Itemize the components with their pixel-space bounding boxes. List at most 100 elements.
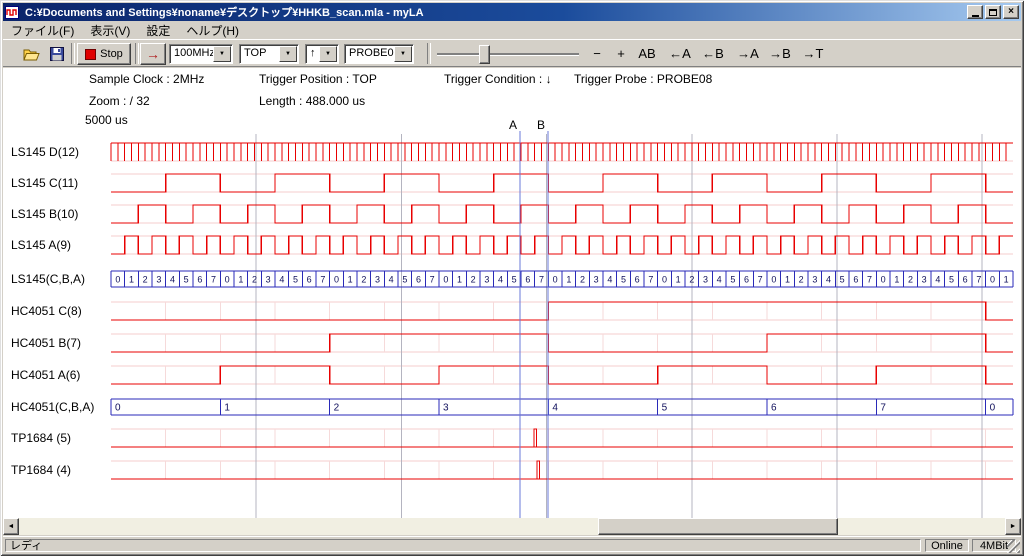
bus-value: 2 xyxy=(799,275,804,285)
trigger-position-select[interactable]: TOP ▼ xyxy=(239,44,299,64)
bus-value: 0 xyxy=(334,275,339,285)
bus-value: 2 xyxy=(471,275,476,285)
cursor-a-label: A xyxy=(509,118,517,132)
bus-value: 3 xyxy=(922,275,927,285)
channel-label-5: HC4051 C(8) xyxy=(11,303,109,319)
trigger-condition-text: Trigger Condition : ↓ xyxy=(444,72,552,86)
ab-button[interactable]: AB xyxy=(633,44,661,64)
floppy-icon xyxy=(50,47,64,61)
goto-b-left-button[interactable]: ←B xyxy=(698,44,728,64)
bus-value: 7 xyxy=(976,275,981,285)
bus-value: 3 xyxy=(375,275,380,285)
zoom-slider-thumb[interactable] xyxy=(479,45,490,64)
open-button[interactable] xyxy=(19,43,43,65)
menu-help[interactable]: ヘルプ(H) xyxy=(178,21,247,40)
chevron-down-icon[interactable]: ▼ xyxy=(279,46,297,62)
bus-value: 0 xyxy=(990,275,995,285)
bus-value: 2 xyxy=(252,275,257,285)
bus-value: 5 xyxy=(621,275,626,285)
toolbar-separator xyxy=(71,43,75,64)
channel-label-9: TP1684 (5) xyxy=(11,430,109,446)
menu-file[interactable]: ファイル(F) xyxy=(3,21,82,40)
goto-trigger-button[interactable]: →T xyxy=(799,44,827,64)
menu-view[interactable]: 表示(V) xyxy=(82,21,138,40)
bus-value: 6 xyxy=(635,275,640,285)
run-button[interactable]: → xyxy=(140,43,166,65)
trigger-edge-select[interactable]: ↑ ▼ xyxy=(305,44,339,64)
bus-value: 0 xyxy=(225,275,230,285)
bus-value: 6 xyxy=(197,275,202,285)
bus-value: 5 xyxy=(949,275,954,285)
bus-value: 7 xyxy=(648,275,653,285)
zoom-out-button[interactable]: − xyxy=(587,44,607,64)
waveform-5 xyxy=(111,302,1013,320)
bus-value: 6 xyxy=(525,275,530,285)
goto-a-left-button[interactable]: ←A xyxy=(665,44,695,64)
maximize-icon xyxy=(989,9,997,16)
stop-button[interactable]: Stop xyxy=(77,43,131,65)
maximize-button[interactable] xyxy=(985,5,1001,19)
bus-value: 3 xyxy=(484,275,489,285)
bus-value: 6 xyxy=(771,403,777,414)
trigger-position-text: Trigger Position : TOP xyxy=(259,72,377,86)
waveform-2 xyxy=(111,205,1013,223)
toolbar: Stop → 100MHz ▼ TOP ▼ ↑ ▼ PROBE00 ▼ − + … xyxy=(3,39,1021,67)
bus-value: 0 xyxy=(115,275,120,285)
goto-a-right-button[interactable]: →A xyxy=(733,44,763,64)
bus-value: 2 xyxy=(334,403,340,414)
zoom-slider-track[interactable] xyxy=(437,53,579,56)
scroll-left-button[interactable]: ◄ xyxy=(3,518,19,535)
bus-value: 1 xyxy=(348,275,353,285)
bus-value: 0 xyxy=(115,403,121,414)
bus-value: 7 xyxy=(539,275,544,285)
waveform-9 xyxy=(111,429,1013,447)
save-button[interactable] xyxy=(45,43,69,65)
run-arrow-icon: → xyxy=(146,46,160,62)
bus-value: 1 xyxy=(1004,275,1009,285)
chevron-down-icon[interactable]: ▼ xyxy=(394,46,412,62)
waveform-6 xyxy=(111,334,1013,352)
open-folder-icon xyxy=(23,48,40,61)
zoom-in-button[interactable]: + xyxy=(611,44,631,64)
resize-grip[interactable] xyxy=(1007,540,1020,553)
bus-value: 4 xyxy=(389,275,394,285)
bus-value: 3 xyxy=(812,275,817,285)
sample-rate-select[interactable]: 100MHz ▼ xyxy=(169,44,233,64)
bus-value: 7 xyxy=(867,275,872,285)
zoom-text: Zoom : / 32 xyxy=(89,94,150,108)
bus-value: 6 xyxy=(744,275,749,285)
title-bar[interactable]: C:¥Documents and Settings¥noname¥デスクトップ¥… xyxy=(3,3,1021,21)
bus-value: 1 xyxy=(566,275,571,285)
close-button[interactable]: × xyxy=(1003,5,1019,19)
minimize-button[interactable] xyxy=(967,5,983,19)
menu-settings[interactable]: 設定 xyxy=(138,21,178,40)
bus-value: 4 xyxy=(607,275,612,285)
horizontal-scrollbar[interactable]: ◄ ► xyxy=(3,518,1021,535)
bus-value: 1 xyxy=(224,403,230,414)
waveform-client-area: Sample Clock : 2MHz Trigger Position : T… xyxy=(3,68,1021,518)
bus-value: 5 xyxy=(293,275,298,285)
trigger-probe-select[interactable]: PROBE00 ▼ xyxy=(344,44,414,64)
bus-value: 3 xyxy=(443,403,449,414)
channel-label-10: TP1684 (4) xyxy=(11,462,109,478)
chevron-down-icon[interactable]: ▼ xyxy=(213,46,231,62)
bus-value: 3 xyxy=(266,275,271,285)
bus-value: 6 xyxy=(853,275,858,285)
menu-bar: ファイル(F) 表示(V) 設定 ヘルプ(H) xyxy=(3,21,1021,39)
waveform-display[interactable]: 0123456701234567012345670123456701234567… xyxy=(3,116,1019,518)
waveform-0 xyxy=(111,143,1013,161)
status-bar: レディ Online 4MBit xyxy=(3,536,1021,554)
bus-value: 0 xyxy=(553,275,558,285)
bus-value: 7 xyxy=(758,275,763,285)
bus-value: 1 xyxy=(238,275,243,285)
bus-value: 3 xyxy=(703,275,708,285)
chevron-down-icon[interactable]: ▼ xyxy=(319,46,337,62)
channel-label-3: LS145 A(9) xyxy=(11,237,109,253)
goto-b-right-button[interactable]: →B xyxy=(765,44,795,64)
bus-value: 4 xyxy=(717,275,722,285)
bus-value: 4 xyxy=(826,275,831,285)
status-ready-text: レディ xyxy=(5,539,921,552)
scroll-right-button[interactable]: ► xyxy=(1005,518,1021,535)
cursor-b-label: B xyxy=(537,118,545,132)
scrollbar-thumb[interactable] xyxy=(598,518,838,535)
